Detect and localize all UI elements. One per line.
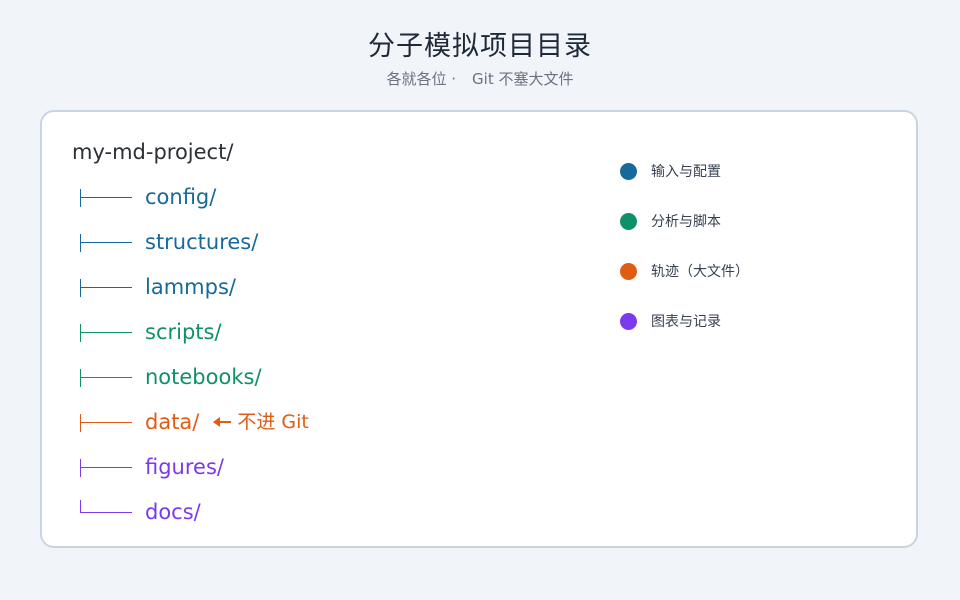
tree-connector-last: [80, 496, 132, 528]
folder-notebooks: notebooks/: [145, 365, 262, 389]
legend: 输入与配置 分析与脚本 轨迹（大文件） 图表与记录: [620, 160, 749, 360]
page: 分子模拟项目目录 各就各位 · Git 不塞大文件 my-md-project/ …: [0, 0, 960, 600]
legend-item-docs: 图表与记录: [620, 310, 749, 332]
tree-connector: [80, 271, 132, 303]
folder-figures: figures/: [145, 455, 224, 479]
data-annotation: 不进 Git: [213, 406, 309, 438]
legend-label: 分析与脚本: [651, 214, 721, 230]
legend-swatch: [620, 212, 637, 230]
tree-connector: [80, 316, 132, 348]
tree-row-docs: docs/: [72, 483, 309, 528]
folder-config: config/: [145, 185, 217, 209]
tree-connector: [80, 226, 132, 258]
folder-data: data/: [145, 410, 200, 434]
tree-connector: [80, 406, 132, 438]
legend-label: 轨迹（大文件）: [651, 264, 749, 280]
tree-row-scripts: scripts/: [72, 303, 309, 348]
tree-row-notebooks: notebooks/: [72, 348, 309, 393]
page-title: 分子模拟项目目录: [368, 31, 592, 62]
legend-item-trajectory: 轨迹（大文件）: [620, 260, 749, 282]
tree-connector: [80, 181, 132, 213]
subtitle-right: Git 不塞大文件: [472, 70, 574, 88]
directory-card: my-md-project/ config/ structures/ lammp…: [40, 110, 918, 548]
tree-row-lammps: lammps/: [72, 258, 309, 303]
tree-row-data: data/ 不进 Git: [72, 393, 309, 438]
legend-label: 图表与记录: [651, 314, 721, 330]
folder-structures: structures/: [145, 230, 259, 254]
legend-item-input: 输入与配置: [620, 160, 749, 182]
tree-connector: [80, 451, 132, 483]
page-subtitle: 各就各位 · Git 不塞大文件: [0, 68, 960, 89]
folder-docs: docs/: [145, 500, 201, 524]
subtitle-left: 各就各位 ·: [386, 70, 457, 88]
folder-lammps: lammps/: [145, 275, 236, 299]
tree-row-structures: structures/: [72, 213, 309, 258]
tree-row-figures: figures/: [72, 438, 309, 483]
legend-item-analysis: 分析与脚本: [620, 210, 749, 232]
legend-label: 输入与配置: [651, 164, 721, 180]
directory-tree: my-md-project/ config/ structures/ lammp…: [72, 136, 309, 528]
legend-swatch: [620, 262, 637, 280]
data-annotation-text: 不进 Git: [237, 411, 309, 433]
legend-swatch: [620, 312, 637, 330]
tree-row-config: config/: [72, 168, 309, 213]
tree-connector: [80, 361, 132, 393]
tree-root: my-md-project/: [72, 140, 234, 164]
arrow-left-icon: [213, 417, 232, 427]
folder-scripts: scripts/: [145, 320, 222, 344]
legend-swatch: [620, 162, 637, 180]
